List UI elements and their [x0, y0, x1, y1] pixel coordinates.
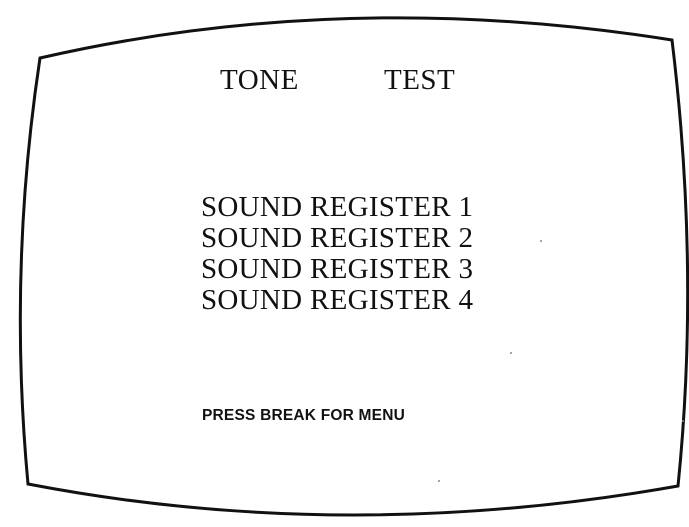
prompt-for-menu: FOR MENU [320, 407, 405, 424]
sound-register-4[interactable]: SOUND REGISTER 4 [201, 285, 473, 316]
screen-speck [682, 420, 684, 422]
prompt-press: PRESS [202, 407, 256, 424]
tv-screen: TONE TEST SOUND REGISTER 1 SOUND REGISTE… [0, 0, 689, 527]
screen-speck [510, 352, 512, 354]
sound-register-3[interactable]: SOUND REGISTER 3 [201, 254, 473, 285]
title-word-tone: TONE [220, 64, 299, 96]
title-word-test: TEST [384, 64, 456, 96]
sound-register-1[interactable]: SOUND REGISTER 1 [201, 192, 473, 223]
sound-register-2[interactable]: SOUND REGISTER 2 [201, 223, 473, 254]
menu-prompt: PRESS BREAK FOR MENU [202, 407, 405, 425]
screen-speck [438, 480, 440, 482]
screen-speck [540, 240, 542, 242]
break-key-label: BREAK [260, 407, 317, 424]
sound-register-list: SOUND REGISTER 1 SOUND REGISTER 2 SOUND … [201, 192, 473, 316]
